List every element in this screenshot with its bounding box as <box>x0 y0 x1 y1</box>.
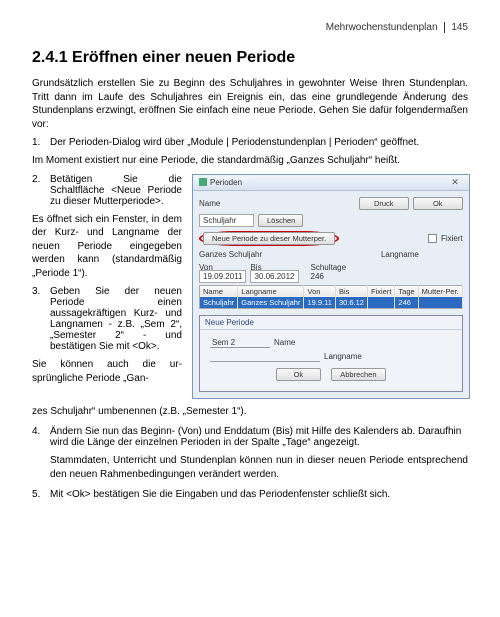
fixiert-checkbox[interactable] <box>428 234 437 243</box>
sub-label-langname: Langname <box>324 352 362 361</box>
section-name: Mehrwochenstundenplan <box>326 22 438 33</box>
step-1: 1. Der Perioden-Dialog wird über „Module… <box>32 137 468 148</box>
th-bis: Bis <box>335 285 367 297</box>
th-von: Von <box>304 285 335 297</box>
bis-field[interactable]: 30.06.2012 <box>250 270 298 283</box>
step-number: 5. <box>32 489 50 500</box>
dialog-titlebar: Perioden ✕ <box>193 175 469 191</box>
step-2-note: Es öffnet sich ein Fenster, in dem der K… <box>32 213 182 281</box>
th-name: Name <box>200 285 238 297</box>
dialog-title: Perioden <box>199 178 242 187</box>
page-title: 2.4.1 Eröffnen einer neuen Periode <box>32 49 468 67</box>
sub-ok-button[interactable]: Ok <box>276 368 321 381</box>
th-langname: Langname <box>238 285 304 297</box>
new-period-button[interactable]: Neue Periode zu dieser Mutterper. <box>203 232 335 245</box>
label-name: Name <box>199 199 233 208</box>
period-table: Name Langname Von Bis Fixiert Tage Mutte… <box>199 285 463 309</box>
step-text: Mit <Ok> bestätigen Sie die Eingaben und… <box>50 489 468 500</box>
step-number: 2. <box>32 174 50 207</box>
sub-cancel-button[interactable]: Abbrechen <box>331 368 386 381</box>
von-field[interactable]: 19.09.2011 <box>199 270 246 283</box>
step-1-note: Im Moment existiert nur eine Periode, di… <box>32 154 468 168</box>
step-text: Ändern Sie nun das Beginn- (Von) und End… <box>50 426 468 448</box>
schuljahr-field[interactable]: Schuljahr <box>199 214 254 227</box>
step-3-note-rest: zes Schuljahr“ umbenennen (z.B. „Semeste… <box>32 405 468 419</box>
step-number: 4. <box>32 426 50 448</box>
perioden-dialog: Perioden ✕ Name Druck Ok Schuljahr Lösch… <box>192 174 470 399</box>
step-number: 1. <box>32 137 50 148</box>
table-header-row: Name Langname Von Bis Fixiert Tage Mutte… <box>200 285 463 297</box>
print-button[interactable]: Druck <box>359 197 409 210</box>
table-row[interactable]: Schuljahr Ganzes Schuljahr 19.9.11 30.6.… <box>200 297 463 309</box>
th-mutter: Mutter-Per. <box>418 285 462 297</box>
label-langname: Langname <box>381 250 419 259</box>
step-text: Geben Sie der neuen Periode einen aussag… <box>50 286 182 352</box>
sub-label-name: Name <box>274 338 295 347</box>
th-tage: Tage <box>395 285 418 297</box>
ok-button[interactable]: Ok <box>413 197 463 210</box>
delete-button[interactable]: Löschen <box>258 214 303 227</box>
label-ganzes: Ganzes Schuljahr <box>199 250 262 259</box>
page-header: Mehrwochenstundenplan 145 <box>32 22 468 33</box>
label-schultage: Schultage <box>311 263 347 272</box>
step-number: 3. <box>32 286 50 352</box>
new-period-subdialog: Neue Periode Sem 2 Name Langname Ok Ab <box>199 315 463 392</box>
step-4-note: Stammdaten, Unterricht und Stundenplan k… <box>50 454 468 481</box>
step-3: 3. Geben Sie der neuen Periode einen aus… <box>32 286 182 352</box>
step-4: 4. Ändern Sie nun das Beginn- (Von) und … <box>32 426 468 448</box>
close-icon[interactable]: ✕ <box>447 177 463 188</box>
page-number: 145 <box>444 22 468 33</box>
step-5: 5. Mit <Ok> bestätigen Sie die Eingaben … <box>32 489 468 500</box>
step-3-note-partial: Sie können auch die ur­sprüngliche Perio… <box>32 358 182 385</box>
step-text: Der Perioden-Dialog wird über „Module | … <box>50 137 468 148</box>
th-fixiert: Fixiert <box>367 285 394 297</box>
period-icon <box>199 178 207 186</box>
sub-langname-field[interactable] <box>210 352 320 362</box>
val-schultage: 246 <box>311 272 347 281</box>
step-text: Betätigen Sie die Schaltfläche <Neue Per… <box>50 174 182 207</box>
step-2: 2. Betätigen Sie die Schaltfläche <Neue … <box>32 174 182 207</box>
label-fixiert: Fixiert <box>441 234 463 243</box>
subdialog-title: Neue Periode <box>200 316 462 330</box>
sub-name-field[interactable]: Sem 2 <box>210 338 270 348</box>
intro-paragraph: Grundsätzlich erstellen Sie zu Beginn de… <box>32 77 468 131</box>
highlight-oval: Neue Periode zu dieser Mutterper. <box>199 231 339 246</box>
